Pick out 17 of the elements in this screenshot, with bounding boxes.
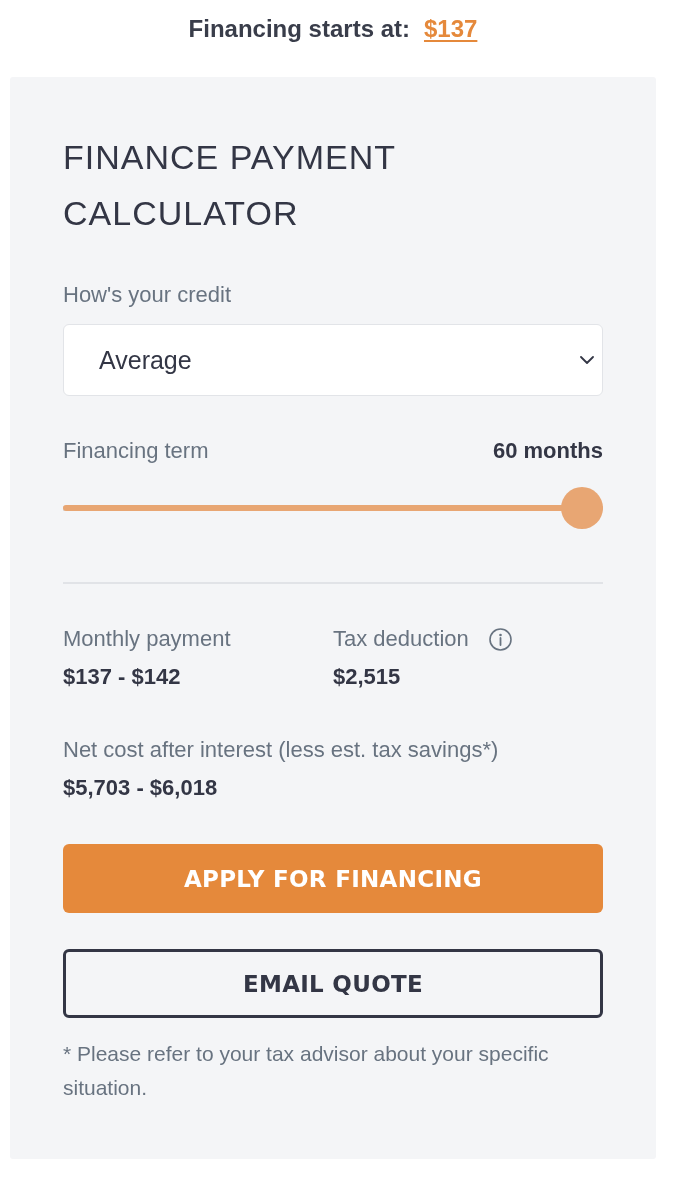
result-value: $2,515: [333, 663, 401, 691]
email-button[interactable]: EMAIL QUOTE: [63, 949, 603, 1018]
financing-label: Financing starts at:: [188, 14, 410, 44]
term-label: Financing term: [63, 437, 209, 465]
term-reading: 60 months: [492, 437, 603, 465]
net-cost-label: Net cost after interest (less est. tax savings*): [63, 736, 499, 764]
credit-select[interactable]: Average: [63, 324, 603, 396]
result-value: $137 - $142: [63, 663, 181, 691]
slider-thumb[interactable]: [561, 487, 603, 529]
credit-label: How's your credit: [63, 281, 233, 309]
net-cost-value: $5,703 - $6,018: [63, 774, 218, 802]
result-label: Tax deduction: [333, 625, 469, 653]
info-icon[interactable]: [488, 627, 512, 651]
calculator-title: FINANCE PAYMENT CALCULATOR: [63, 137, 397, 234]
tax-footnote: * Please refer to your tax advisor about your specific situation.: [63, 1041, 550, 1101]
result-label: Monthly payment: [63, 625, 231, 653]
chevron-down-icon: [580, 356, 594, 364]
